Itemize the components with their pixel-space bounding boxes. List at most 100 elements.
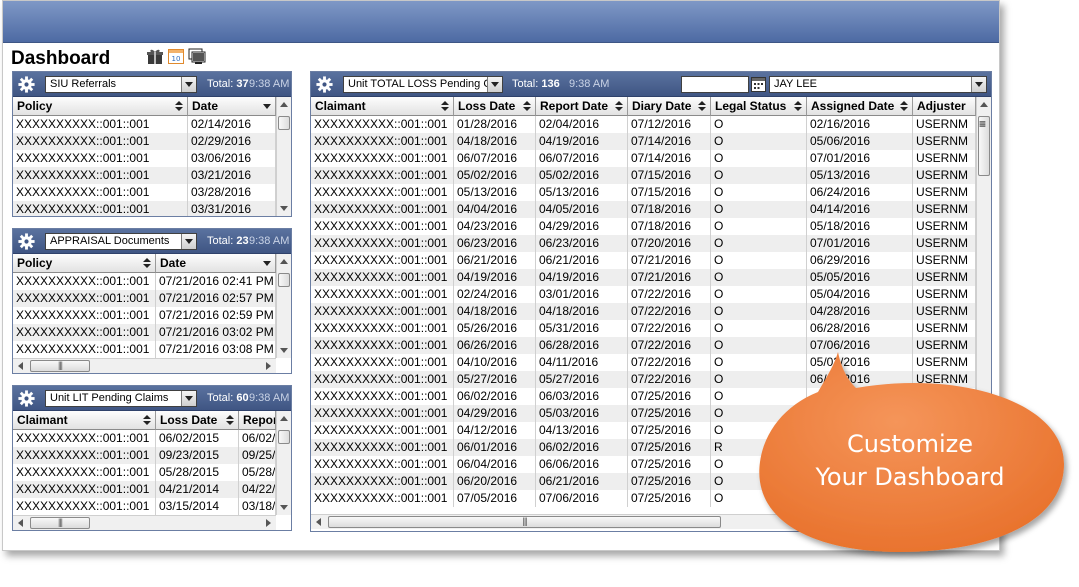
scroll-thumb[interactable]: ≡ xyxy=(978,116,990,176)
gear-icon[interactable] xyxy=(17,232,36,251)
table-row[interactable]: XXXXXXXXXX::001::001 03/06/2016 xyxy=(13,150,276,167)
scroll-down-icon[interactable] xyxy=(280,348,288,353)
table-row[interactable]: XXXXXXXXXX::001::001 04/21/2014 04/22/ xyxy=(13,481,276,498)
table-cell: 07/21/2016 03:02 PM xyxy=(156,324,276,341)
scroll-left-icon[interactable] xyxy=(18,519,23,527)
table-row[interactable]: XXXXXXXXXX::001::001 03/31/2016 xyxy=(13,201,276,216)
siu-panel-selector[interactable]: SIU Referrals xyxy=(45,76,197,93)
chevron-down-icon[interactable] xyxy=(487,77,502,92)
scroll-left-icon[interactable] xyxy=(18,362,23,370)
panel-header: APPRAISAL Documents Total: 23 9:38 AM xyxy=(13,229,291,254)
column-header-claimant[interactable]: Claimant xyxy=(311,97,454,116)
vertical-scrollbar[interactable] xyxy=(276,254,291,358)
gift-icon[interactable] xyxy=(146,48,164,65)
selector-value: SIU Referrals xyxy=(50,78,117,90)
chevron-down-icon[interactable] xyxy=(181,391,196,406)
monitor-icon[interactable] xyxy=(188,48,206,65)
date-filter-input[interactable] xyxy=(681,76,749,93)
table-row[interactable]: XXXXXXXXXX::001::001 06/26/2016 06/28/2016… xyxy=(311,337,976,354)
column-header-loss-date[interactable]: Loss Date xyxy=(156,411,239,430)
scroll-left-icon[interactable] xyxy=(316,518,321,526)
table-row[interactable]: XXXXXXXXXX::001::001 05/27/2016 05/27/2016… xyxy=(311,371,976,388)
table-row[interactable]: XXXXXXXXXX::001::001 05/26/2016 05/31/2016… xyxy=(311,320,976,337)
table-row[interactable]: XXXXXXXXXX::001::001 03/15/2014 03/18/ xyxy=(13,498,276,515)
sort-icon xyxy=(900,101,908,112)
column-header-report-date[interactable]: Repor xyxy=(239,411,276,430)
table-row[interactable]: XXXXXXXXXX::001::001 04/18/2016 04/19/2016… xyxy=(311,133,976,150)
scroll-thumb[interactable] xyxy=(278,273,290,287)
table-row[interactable]: XXXXXXXXXX::001::001 05/02/2016 05/02/2016… xyxy=(311,167,976,184)
column-header-loss-date[interactable]: Loss Date xyxy=(454,97,536,116)
scroll-up-icon[interactable] xyxy=(280,259,288,264)
vertical-scrollbar[interactable] xyxy=(276,97,291,216)
column-header-date[interactable]: Date xyxy=(188,97,276,116)
scroll-thumb[interactable]: ||| xyxy=(30,517,90,529)
table-row[interactable]: XXXXXXXXXX::001::001 05/28/2015 05/28/ xyxy=(13,464,276,481)
table-row[interactable]: XXXXXXXXXX::001::001 01/28/2016 02/04/2016… xyxy=(311,116,976,133)
chevron-down-icon[interactable] xyxy=(181,234,196,249)
column-header-report-date[interactable]: Report Date xyxy=(536,97,628,116)
table-row[interactable]: XXXXXXXXXX::001::001 06/07/2016 06/07/2016… xyxy=(311,150,976,167)
table-row[interactable]: XXXXXXXXXX::001::001 02/29/2016 xyxy=(13,133,276,150)
scroll-up-icon[interactable] xyxy=(980,102,988,107)
lit-panel-selector[interactable]: Unit LIT Pending Claims xyxy=(45,390,197,407)
table-row[interactable]: XXXXXXXXXX::001::001 03/28/2016 xyxy=(13,184,276,201)
table-row[interactable]: XXXXXXXXXX::001::001 03/21/2016 xyxy=(13,167,276,184)
scroll-down-icon[interactable] xyxy=(980,504,988,509)
scroll-down-icon[interactable] xyxy=(280,505,288,510)
scroll-down-icon[interactable] xyxy=(280,206,288,211)
chevron-down-icon[interactable] xyxy=(971,77,986,92)
calendar-icon[interactable]: 10 xyxy=(167,48,185,65)
table-row[interactable]: XXXXXXXXXX::001::001 05/13/2016 05/13/2016… xyxy=(311,184,976,201)
calendar-icon[interactable] xyxy=(751,77,766,92)
table-row[interactable]: XXXXXXXXXX::001::001 07/21/2016 02:41 PM xyxy=(13,273,276,290)
scroll-right-icon[interactable] xyxy=(266,362,271,370)
column-header-diary-date[interactable]: Diary Date xyxy=(628,97,711,116)
table-row[interactable]: XXXXXXXXXX::001::001 07/21/2016 03:02 PM xyxy=(13,324,276,341)
column-header-claimant[interactable]: Claimant xyxy=(13,411,156,430)
gear-icon[interactable] xyxy=(17,389,36,408)
scroll-thumb[interactable]: ||| xyxy=(30,360,90,372)
table-row[interactable]: XXXXXXXXXX::001::001 07/21/2016 03:08 PM xyxy=(13,341,276,358)
total-loss-panel-selector[interactable]: Unit TOTAL LOSS Pending C xyxy=(343,76,503,93)
gear-icon[interactable] xyxy=(17,75,36,94)
appraisal-panel-selector[interactable]: APPRAISAL Documents xyxy=(45,233,197,250)
table-row[interactable]: XXXXXXXXXX::001::001 06/23/2016 06/23/2016… xyxy=(311,235,976,252)
table-row[interactable]: XXXXXXXXXX::001::001 07/21/2016 02:59 PM xyxy=(13,307,276,324)
table-cell: 07/18/2016 xyxy=(628,218,711,235)
table-row[interactable]: XXXXXXXXXX::001::001 04/19/2016 04/19/2016… xyxy=(311,269,976,286)
table-row[interactable]: XXXXXXXXXX::001::001 06/21/2016 06/21/2016… xyxy=(311,252,976,269)
table-cell: 07/22/2016 xyxy=(628,320,711,337)
scroll-thumb[interactable] xyxy=(278,430,290,444)
table-row[interactable]: XXXXXXXXXX::001::001 04/18/2016 04/18/2016… xyxy=(311,303,976,320)
gear-icon[interactable] xyxy=(315,75,334,94)
scroll-up-icon[interactable] xyxy=(280,102,288,107)
table-row[interactable]: XXXXXXXXXX::001::001 09/23/2015 09/25/ xyxy=(13,447,276,464)
horizontal-scrollbar[interactable]: ||| xyxy=(13,358,276,373)
column-header-policy[interactable]: Policy xyxy=(13,254,156,273)
table-row[interactable]: XXXXXXXXXX::001::001 07/21/2016 02:57 PM xyxy=(13,290,276,307)
table-row[interactable]: XXXXXXXXXX::001::001 02/14/2016 xyxy=(13,116,276,133)
column-header-date[interactable]: Date xyxy=(156,254,276,273)
horizontal-scrollbar[interactable]: ||| xyxy=(311,514,976,529)
scroll-thumb[interactable]: ||| xyxy=(328,516,721,528)
scroll-thumb[interactable] xyxy=(278,116,290,130)
scroll-up-icon[interactable] xyxy=(280,416,288,421)
table-row[interactable]: XXXXXXXXXX::001::001 04/23/2016 04/29/2016… xyxy=(311,218,976,235)
column-header-policy[interactable]: Policy xyxy=(13,97,188,116)
column-header-assigned-date[interactable]: Assigned Date xyxy=(807,97,913,116)
user-filter-selector[interactable]: JAY LEE xyxy=(769,76,987,93)
table-row[interactable]: XXXXXXXXXX::001::001 06/02/2016 06/03/2016… xyxy=(311,388,976,405)
table-row[interactable]: XXXXXXXXXX::001::001 04/04/2016 04/05/2016… xyxy=(311,201,976,218)
chevron-down-icon[interactable] xyxy=(181,77,196,92)
scroll-right-icon[interactable] xyxy=(966,518,971,526)
table-row[interactable]: XXXXXXXXXX::001::001 02/24/2016 03/01/2016… xyxy=(311,286,976,303)
table-row[interactable]: XXXXXXXXXX::001::001 04/10/2016 04/11/2016… xyxy=(311,354,976,371)
column-header-legal-status[interactable]: Legal Status xyxy=(711,97,807,116)
table-row[interactable]: XXXXXXXXXX::001::001 06/02/2015 06/02/ xyxy=(13,430,276,447)
vertical-scrollbar[interactable] xyxy=(276,411,291,515)
column-header-adjuster[interactable]: Adjuster xyxy=(913,97,976,116)
scroll-right-icon[interactable] xyxy=(266,519,271,527)
horizontal-scrollbar[interactable]: ||| xyxy=(13,515,276,530)
table-row[interactable]: XXXXXXXXXX::001::001 04/29/2016 05/03/2016… xyxy=(311,405,976,422)
